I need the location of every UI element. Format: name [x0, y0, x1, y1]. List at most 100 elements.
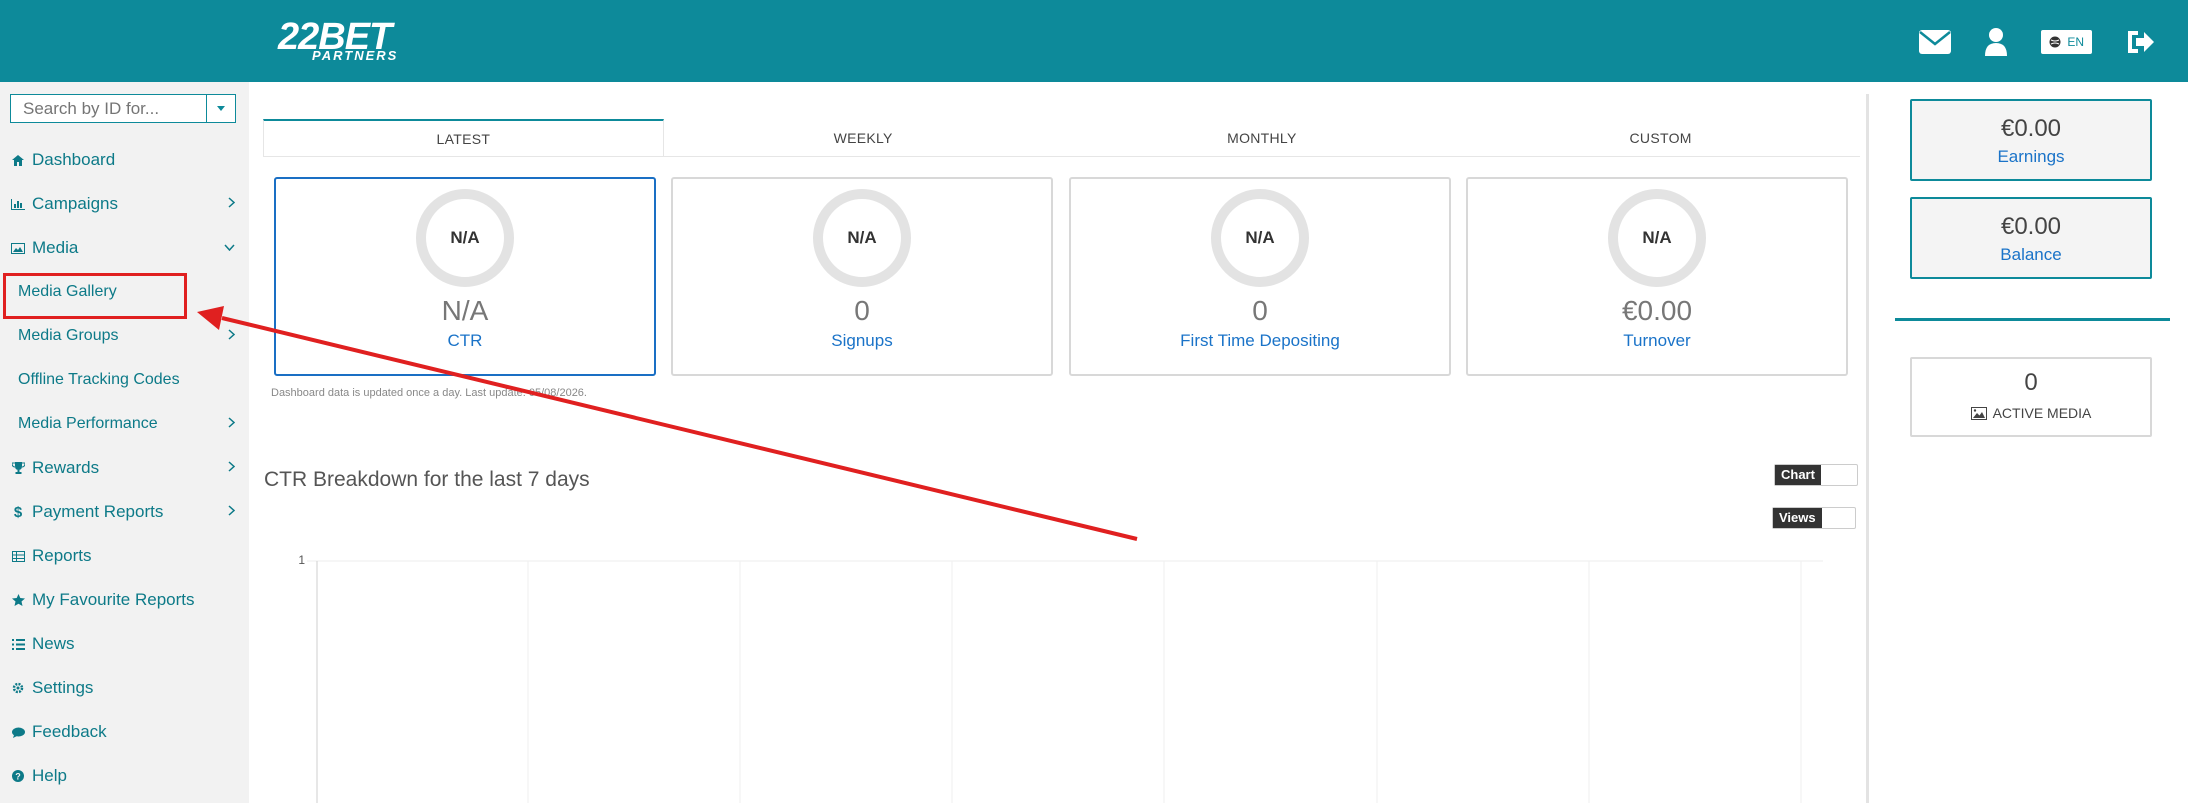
- sidebar-item-media-performance[interactable]: Media Performance: [0, 402, 249, 446]
- views-toggle-label: Views: [1773, 508, 1822, 528]
- tab-custom[interactable]: CUSTOM: [1461, 119, 1860, 156]
- tab-latest[interactable]: LATEST: [263, 119, 664, 156]
- mail-icon[interactable]: [1919, 30, 1952, 54]
- sidebar-item-feedback[interactable]: Feedback: [0, 710, 249, 754]
- active-media-row: ACTIVE MEDIA: [1912, 405, 2150, 421]
- chart-toggle-label: Chart: [1775, 465, 1821, 485]
- logout-icon[interactable]: [2126, 29, 2154, 55]
- balance-label: Balance: [2000, 245, 2062, 264]
- sidebar-item-label: Rewards: [32, 458, 100, 477]
- earnings-label: Earnings: [1997, 147, 2065, 166]
- list-icon: [11, 638, 25, 650]
- sidebar-item-label: Feedback: [32, 722, 107, 741]
- table-icon: [11, 550, 25, 562]
- bar-chart-icon: [11, 198, 25, 210]
- progress-ring: N/A: [416, 189, 514, 287]
- sidebar-item-label: My Favourite Reports: [32, 590, 195, 609]
- sidebar-item-media-gallery[interactable]: Media Gallery: [0, 270, 249, 319]
- sidebar-item-offline-tracking-codes[interactable]: Offline Tracking Codes: [0, 358, 249, 402]
- views-toggle[interactable]: Views: [1772, 507, 1856, 529]
- language-selector[interactable]: EN: [2041, 30, 2092, 54]
- gear-icon: [11, 682, 25, 694]
- user-icon[interactable]: [1985, 28, 2008, 56]
- sidebar-item-label: Media Gallery: [18, 283, 117, 300]
- active-media-box[interactable]: 0 ACTIVE MEDIA: [1910, 357, 2152, 437]
- top-header: 22BET PARTNERS EN: [0, 0, 2188, 82]
- active-media-label: ACTIVE MEDIA: [1992, 405, 2092, 421]
- search-dropdown-button[interactable]: [207, 94, 236, 123]
- stat-card-first-time-depositing[interactable]: N/A 0 First Time Depositing: [1069, 177, 1451, 376]
- language-label: EN: [2067, 35, 2084, 49]
- chevron-down-icon: [224, 244, 235, 251]
- stat-value: €0.00: [1621, 295, 1693, 326]
- caret-down-icon: [217, 106, 225, 111]
- balance-amount: €0.00: [2000, 213, 2062, 240]
- stat-card-signups[interactable]: N/A 0 Signups: [671, 177, 1053, 376]
- comment-icon: [11, 727, 25, 738]
- sidebar-item-label: News: [32, 634, 75, 653]
- sidebar-nav: Dashboard Campaigns Media Media Gallery …: [0, 138, 249, 798]
- search-box: [10, 94, 236, 123]
- progress-ring: N/A: [813, 189, 911, 287]
- image-icon: [11, 242, 25, 254]
- svg-text:?: ?: [15, 772, 21, 782]
- sidebar-item-payment-reports[interactable]: $ Payment Reports: [0, 490, 249, 534]
- chart-toggle[interactable]: Chart: [1774, 464, 1858, 486]
- sidebar-item-label: Campaigns: [32, 194, 118, 213]
- stat-card-ctr[interactable]: N/A N/A CTR: [274, 177, 656, 376]
- sidebar-item-media-groups[interactable]: Media Groups: [0, 314, 249, 358]
- sidebar-item-my-favourite-reports[interactable]: My Favourite Reports: [0, 578, 249, 622]
- stat-label: First Time Depositing: [1180, 331, 1340, 350]
- chevron-right-icon: [228, 329, 235, 340]
- image-icon: [1970, 406, 1987, 420]
- chevron-right-icon: [228, 197, 235, 208]
- sidebar-item-news[interactable]: News: [0, 622, 249, 666]
- chevron-right-icon: [228, 461, 235, 472]
- stat-value: 0: [1252, 295, 1268, 326]
- search-input[interactable]: [10, 94, 207, 123]
- chart-title: CTR Breakdown for the last 7 days: [264, 468, 590, 491]
- ctr-chart: 1: [298, 553, 1823, 803]
- update-note: Dashboard data is updated once a day. La…: [271, 387, 587, 399]
- period-tabs: LATEST WEEKLY MONTHLY CUSTOM: [263, 119, 1860, 157]
- stat-label: CTR: [447, 331, 483, 350]
- sidebar-item-label: Help: [32, 766, 67, 785]
- sidebar-item-rewards[interactable]: Rewards: [0, 446, 249, 490]
- sidebar-item-label: Media Groups: [18, 327, 119, 344]
- sidebar-item-label: Payment Reports: [32, 502, 164, 521]
- progress-ring: N/A: [1211, 189, 1309, 287]
- star-icon: [11, 594, 25, 606]
- chevron-right-icon: [228, 505, 235, 516]
- sidebar-item-label: Media: [32, 238, 79, 257]
- sidebar: Dashboard Campaigns Media Media Gallery …: [0, 82, 249, 803]
- header-actions: EN: [1919, 24, 2154, 60]
- stat-value: 0: [854, 295, 870, 326]
- tab-monthly[interactable]: MONTHLY: [1063, 119, 1462, 156]
- right-divider: [1895, 318, 2170, 321]
- stat-label: Turnover: [1623, 331, 1691, 350]
- trophy-icon: [11, 462, 25, 474]
- progress-ring: N/A: [1608, 189, 1706, 287]
- stat-value: N/A: [441, 295, 489, 326]
- sidebar-item-media[interactable]: Media: [0, 226, 249, 270]
- sidebar-item-label: Settings: [32, 678, 94, 697]
- globe-icon: [2049, 36, 2061, 48]
- tab-weekly[interactable]: WEEKLY: [664, 119, 1063, 156]
- active-media-count: 0: [2024, 369, 2038, 396]
- sidebar-item-dashboard[interactable]: Dashboard: [0, 138, 249, 182]
- chevron-right-icon: [228, 417, 235, 428]
- sidebar-item-help[interactable]: ? Help: [0, 754, 249, 798]
- earnings-box[interactable]: €0.00 Earnings: [1910, 99, 2152, 181]
- balance-box[interactable]: €0.00 Balance: [1910, 197, 2152, 279]
- brand-logo[interactable]: 22BET PARTNERS: [278, 18, 398, 64]
- sidebar-item-settings[interactable]: Settings: [0, 666, 249, 710]
- sidebar-item-label: Offline Tracking Codes: [18, 371, 180, 388]
- dollar-icon: $: [13, 503, 23, 521]
- stat-label: Signups: [831, 331, 893, 350]
- home-icon: [11, 154, 25, 166]
- sidebar-item-reports[interactable]: Reports: [0, 534, 249, 578]
- help-icon: ?: [11, 770, 25, 782]
- stat-card-turnover[interactable]: N/A €0.00 Turnover: [1466, 177, 1848, 376]
- column-divider: [1866, 94, 1869, 803]
- sidebar-item-campaigns[interactable]: Campaigns: [0, 182, 249, 226]
